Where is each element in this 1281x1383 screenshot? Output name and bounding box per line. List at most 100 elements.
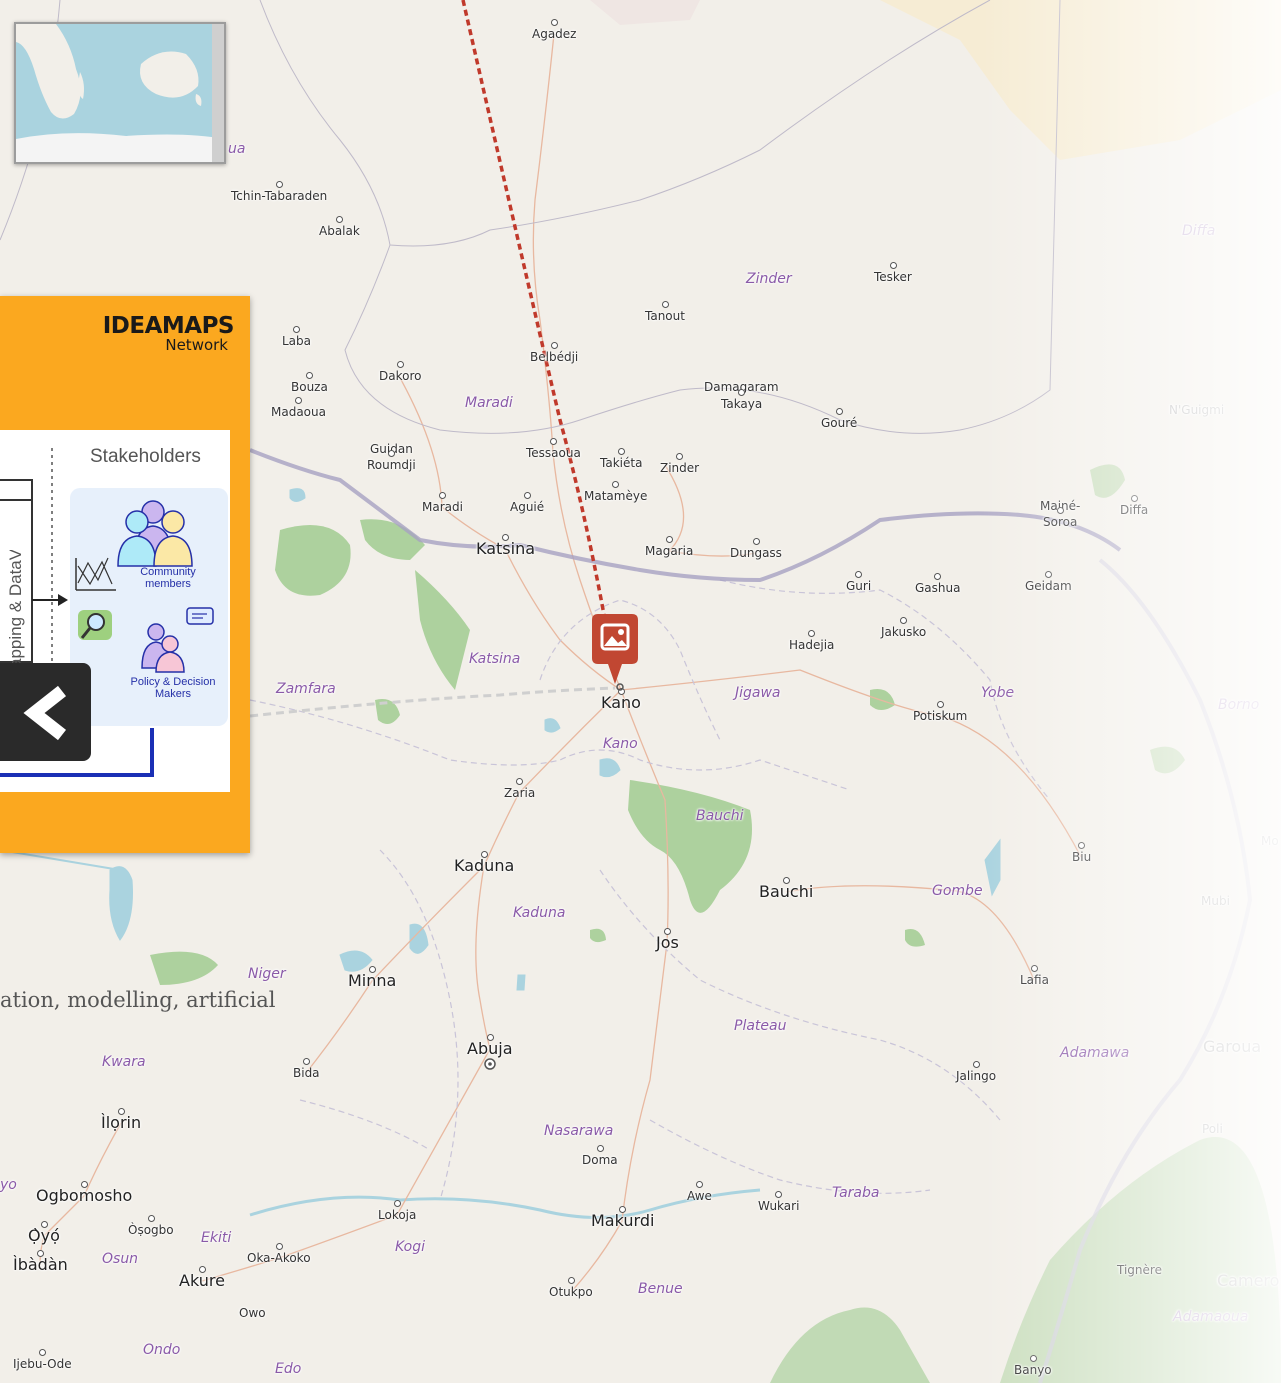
forest-areas xyxy=(150,464,1281,1383)
community-members-icon xyxy=(117,500,193,567)
place-label-dungass: Dungass xyxy=(730,546,782,560)
place-label-yo-st: yo xyxy=(0,1177,17,1193)
place-label-laba: Laba xyxy=(282,334,312,348)
place-label-tignere: Tignère xyxy=(1117,1263,1162,1277)
policy-makers-line1: Policy & Decision xyxy=(130,676,216,688)
photo-location-marker[interactable] xyxy=(588,612,642,692)
community-members-line2: members xyxy=(145,578,191,590)
place-label-lafia: Lafia xyxy=(1020,973,1049,987)
place-dot-awe xyxy=(696,1181,703,1188)
place-label-abalak: Abalak xyxy=(319,224,360,238)
place-dot-ilorin xyxy=(118,1108,125,1115)
place-dot-abuja xyxy=(487,1034,494,1041)
stakeholder-panel: Community members Policy & Decision Make… xyxy=(70,488,228,726)
place-dot-maradi xyxy=(439,492,446,499)
community-members-label: Community members xyxy=(128,566,208,590)
place-dot-bouza xyxy=(306,372,313,379)
place-label-dakoro: Dakoro xyxy=(379,369,422,383)
place-label-tchin: Tchin-Tabaraden xyxy=(231,189,328,203)
place-dot-agadez xyxy=(551,19,558,26)
place-label-belbedji: Belbédji xyxy=(530,350,579,364)
place-dot-zinder xyxy=(676,453,683,460)
story-card[interactable]: IDEAMAPS Network Stakeholders apping & D… xyxy=(0,296,250,853)
river xyxy=(0,849,121,871)
collapse-panel-button[interactable] xyxy=(0,663,91,761)
place-label-tesker: Tesker xyxy=(874,270,912,284)
place-label-ua-st: ua xyxy=(228,141,246,157)
place-label-bida: Bida xyxy=(293,1066,320,1080)
place-label-takaya: Takaya xyxy=(721,397,763,411)
place-label-osun-st: Osun xyxy=(102,1251,139,1267)
minimap[interactable] xyxy=(14,22,226,164)
place-dot-diffa xyxy=(1131,495,1138,502)
place-label-agadez: Agadez xyxy=(532,27,577,41)
place-label-geidam: Geidam xyxy=(1025,579,1072,593)
place-label-yobe-st: Yobe xyxy=(981,685,1015,701)
place-dot-soroa xyxy=(1057,507,1064,514)
place-label-maradi-st: Maradi xyxy=(465,395,513,411)
vertical-caption-svg: apping & DataVis xyxy=(6,537,25,668)
place-label-tanout: Tanout xyxy=(645,309,685,323)
place-label-ondo-st: Ondo xyxy=(143,1342,181,1358)
place-label-kogi-st: Kogi xyxy=(395,1239,426,1255)
place-dot-matameye xyxy=(612,481,619,488)
place-dot-biu xyxy=(1078,842,1085,849)
place-label-zaria: Zaria xyxy=(504,786,536,800)
place-label-poli: Poli xyxy=(1202,1122,1223,1136)
place-dot-makurdi xyxy=(619,1206,626,1213)
place-label-katsina: Katsina xyxy=(476,539,536,558)
place-label-guri: Guri xyxy=(846,579,872,593)
desert-area xyxy=(880,0,1281,160)
place-label-ilorin: Ìlọrin xyxy=(101,1113,142,1132)
place-dot-banyo xyxy=(1030,1355,1037,1362)
place-label-niger-st: Niger xyxy=(248,966,286,982)
place-label-goure: Gouré xyxy=(821,416,858,430)
desert-area xyxy=(590,0,700,25)
place-label-kaduna-st: Kaduna xyxy=(513,905,566,921)
place-label-jalingo: Jalingo xyxy=(956,1069,997,1083)
place-label-tessaoua: Tessaoua xyxy=(526,446,581,460)
place-dot-tesker xyxy=(890,262,897,269)
place-label-abuja: Abuja xyxy=(467,1039,513,1058)
place-label-bauchi: Bauchi xyxy=(759,882,814,901)
place-dot-abalak xyxy=(336,216,343,223)
place-dot-otukpo xyxy=(568,1277,575,1284)
place-dot-jakusko xyxy=(900,617,907,624)
place-dot-bida xyxy=(303,1058,310,1065)
place-label-owo: Owo xyxy=(239,1306,266,1320)
place-dot-bauchi xyxy=(783,877,790,884)
place-label-gombe-st: Gombe xyxy=(932,883,983,899)
place-label-zinder-st: Zinder xyxy=(746,271,792,287)
place-label-gashua: Gashua xyxy=(915,581,961,595)
place-dot-dakoro xyxy=(397,361,404,368)
place-label-edo-st: Edo xyxy=(275,1361,302,1377)
place-label-ijebu: Ijebu-Ode xyxy=(13,1357,72,1371)
place-dot-magaria xyxy=(666,536,673,543)
place-label-akure: Akure xyxy=(179,1271,225,1290)
place-label-aguie: Aguié xyxy=(510,500,545,514)
place-dot-takieta xyxy=(618,448,625,455)
place-label-kaduna: Kaduna xyxy=(454,856,515,875)
place-dot-kaduna xyxy=(481,851,488,858)
place-dot-roumdji xyxy=(388,450,395,457)
place-label-cameroon: Camero xyxy=(1217,1271,1280,1290)
place-dot-oyo xyxy=(41,1221,48,1228)
state-borders xyxy=(249,579,1051,1201)
place-label-jigawa-st: Jigawa xyxy=(735,685,781,701)
place-label-zamfara-st: Zamfara xyxy=(276,681,336,697)
place-label-doma: Doma xyxy=(582,1153,618,1167)
place-label-adamaoua-st: Adamaoua xyxy=(1173,1309,1249,1325)
minimap-canvas xyxy=(16,24,224,162)
place-label-lokoja: Lokoja xyxy=(378,1208,417,1222)
place-label-madaoua: Madaoua xyxy=(271,405,326,419)
chat-icon xyxy=(186,607,214,625)
capital-marker-dot xyxy=(488,1062,492,1066)
place-dot-tessaoua xyxy=(550,438,557,445)
story-text-fragment: ation, modelling, artificial xyxy=(0,988,276,1012)
place-label-jos: Jos xyxy=(656,933,679,952)
place-label-mo: Mo xyxy=(1261,834,1279,848)
place-dot-takaya xyxy=(738,389,745,396)
place-dot-osogbo xyxy=(148,1215,155,1222)
vertical-caption: apping & DataVis xyxy=(2,537,28,670)
place-label-potiskum: Potiskum xyxy=(913,709,968,723)
